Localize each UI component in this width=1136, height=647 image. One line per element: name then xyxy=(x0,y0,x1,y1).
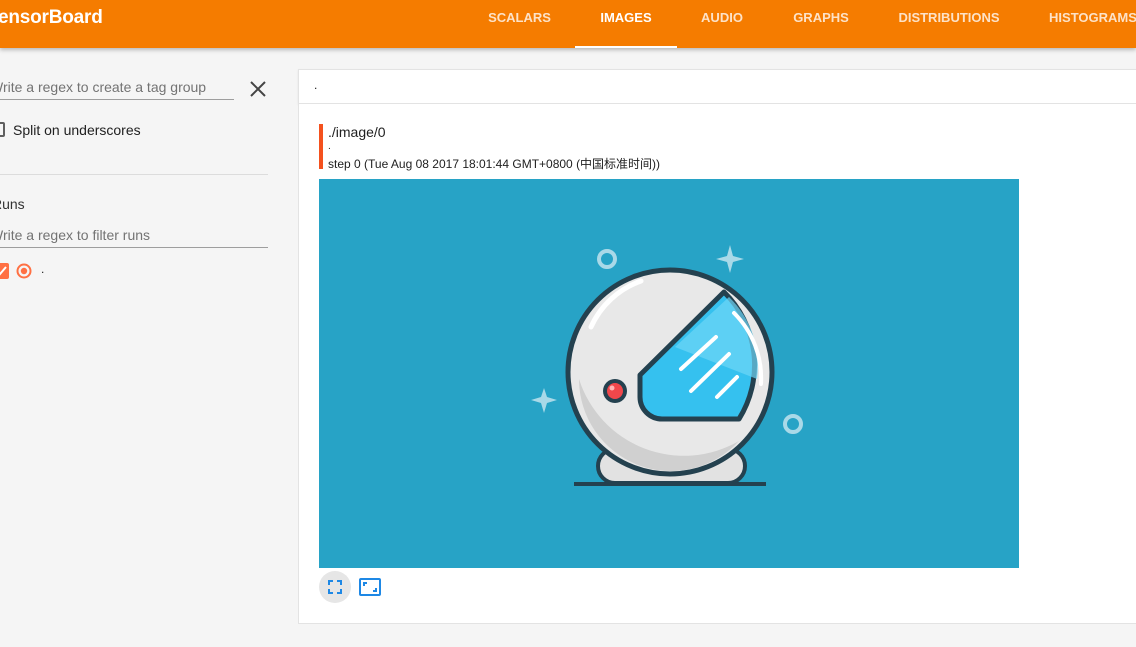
run-name: . xyxy=(41,262,45,276)
card-tag-title: ./image/0 xyxy=(328,124,386,140)
tab-histograms[interactable]: HISTOGRAMS xyxy=(1023,0,1136,48)
tag-regex-input[interactable] xyxy=(0,78,234,100)
card-run-name: . xyxy=(328,141,331,152)
tab-graphs[interactable]: GRAPHS xyxy=(767,0,875,48)
checkmark-icon xyxy=(0,266,7,276)
tag-group-header[interactable]: . xyxy=(298,69,1136,104)
card-step-info: step 0 (Tue Aug 08 2017 18:01:44 GMT+080… xyxy=(328,157,661,171)
astronaut-helmet-illustration xyxy=(319,179,1019,568)
run-filter-input[interactable] xyxy=(0,226,268,248)
close-icon[interactable] xyxy=(248,79,268,99)
tab-audio[interactable]: AUDIO xyxy=(677,0,767,48)
card-accent-bar xyxy=(319,124,323,169)
runs-title: Runs xyxy=(0,196,25,212)
tab-images[interactable]: IMAGES xyxy=(575,0,677,48)
tab-scalars[interactable]: SCALARS xyxy=(463,0,576,48)
split-underscores-label: Split on underscores xyxy=(13,122,141,138)
tab-distributions[interactable]: DISTRIBUTIONS xyxy=(875,0,1023,48)
sidebar-divider xyxy=(0,174,268,175)
actual-size-icon xyxy=(359,578,381,596)
summary-image xyxy=(319,179,1019,568)
actual-size-button[interactable] xyxy=(358,577,382,597)
run-checkbox[interactable] xyxy=(0,263,9,279)
run-radio-button[interactable] xyxy=(16,263,32,279)
app-title: TensorBoard xyxy=(0,7,103,28)
fullscreen-icon xyxy=(328,580,342,594)
sidebar: Split on underscores Runs . xyxy=(0,48,290,647)
top-app-bar: TensorBoard SCALARS IMAGES AUDIO GRAPHS … xyxy=(0,0,1136,48)
tag-group-label: . xyxy=(314,78,318,92)
split-underscores-checkbox[interactable] xyxy=(0,122,5,137)
expand-image-button[interactable] xyxy=(319,571,351,603)
